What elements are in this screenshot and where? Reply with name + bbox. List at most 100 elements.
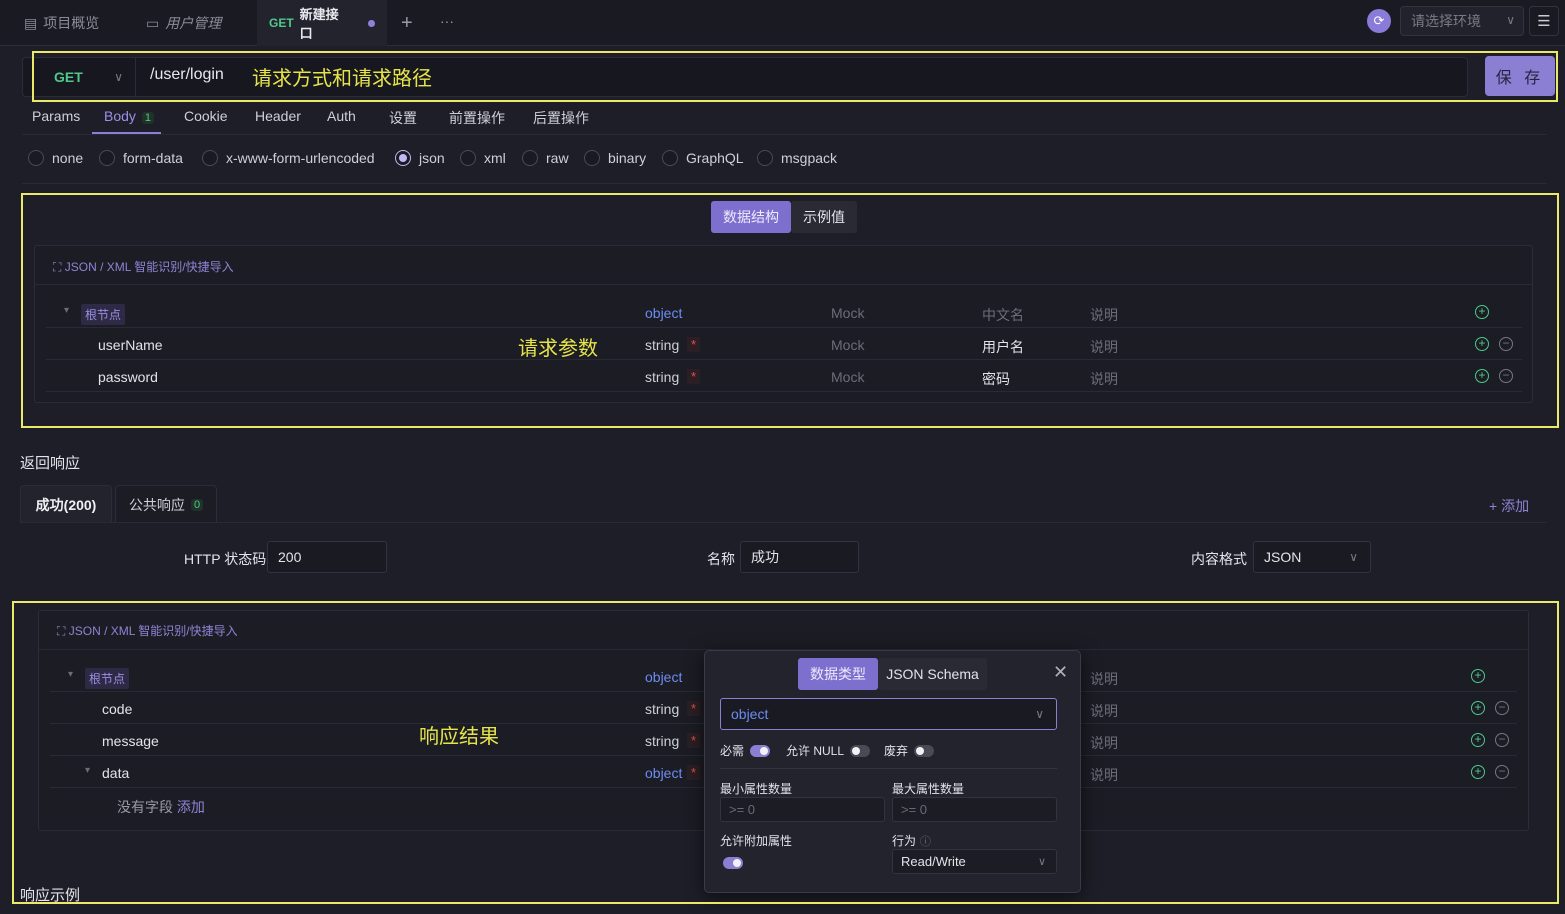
radio-raw[interactable]: raw (522, 150, 569, 166)
response-import-link[interactable]: ⛶ JSON / XML 智能识别/快捷导入 (57, 622, 238, 639)
tab-new-endpoint[interactable]: GET 新建接口 (257, 0, 387, 46)
tab-user-management[interactable]: ▭ 用户管理 (146, 0, 221, 46)
field-name-password[interactable]: password (98, 369, 158, 385)
field-type-username[interactable]: string (645, 337, 679, 353)
request-import-link[interactable]: ⛶ JSON / XML 智能识别/快捷导入 (53, 258, 234, 275)
deprecated-toggle[interactable] (914, 744, 935, 757)
remove-field-icon[interactable]: − (1495, 733, 1509, 747)
add-field-icon[interactable]: + (1471, 701, 1485, 715)
close-icon[interactable]: ✕ (1053, 662, 1068, 683)
field-cn-password[interactable]: 密码 (982, 369, 1010, 389)
expand-arrow-icon[interactable]: ▾ (64, 305, 69, 316)
behavior-select[interactable]: Read/Write ∨ (892, 849, 1057, 874)
required-toggle[interactable] (750, 744, 771, 757)
required-marker[interactable]: * (687, 733, 701, 748)
response-root-type[interactable]: object (645, 669, 682, 685)
sync-icon[interactable]: ⟳ (1367, 9, 1391, 33)
field-name-username[interactable]: userName (98, 337, 163, 353)
add-field-icon[interactable]: + (1471, 733, 1485, 747)
tab-response-common-label: 公共响应 (128, 496, 185, 513)
field-desc-data[interactable]: 说明 (1090, 765, 1118, 785)
radio-form-data[interactable]: form-data (99, 150, 183, 166)
tab-cookie[interactable]: Cookie (184, 108, 228, 124)
response-root-desc[interactable]: 说明 (1090, 669, 1118, 689)
max-props-input[interactable]: >= 0 (892, 797, 1057, 822)
tab-data-type[interactable]: 数据类型 (798, 658, 878, 690)
add-field-icon[interactable]: + (1475, 337, 1489, 351)
tab-header[interactable]: Header (255, 108, 301, 124)
field-name-code[interactable]: code (102, 701, 132, 717)
field-desc-code[interactable]: 说明 (1090, 701, 1118, 721)
empty-fields-label: 没有字段 (117, 799, 173, 815)
required-toggle-group[interactable]: 必需 (720, 742, 771, 759)
required-marker[interactable]: * (687, 765, 701, 780)
radio-urlencoded[interactable]: x-www-form-urlencoded (202, 150, 375, 166)
radio-binary[interactable]: binary (584, 150, 646, 166)
tab-example-value[interactable]: 示例值 (791, 201, 857, 233)
field-cn-username[interactable]: 用户名 (982, 337, 1024, 357)
tab-data-structure[interactable]: 数据结构 (711, 201, 791, 233)
add-tab-button[interactable]: + (401, 12, 413, 35)
radio-xml[interactable]: xml (460, 150, 506, 166)
remove-field-icon[interactable]: − (1495, 765, 1509, 779)
menu-icon[interactable]: ☰ (1529, 6, 1559, 36)
add-child-icon[interactable]: + (1471, 669, 1485, 683)
tab-project-overview[interactable]: ▤ 项目概览 (24, 0, 99, 46)
chevron-down-icon: ∨ (1506, 13, 1515, 27)
field-mock-password[interactable]: Mock (831, 369, 864, 385)
tab-params[interactable]: Params (32, 108, 80, 124)
tab-settings[interactable]: 设置 (389, 108, 417, 128)
type-select-value: object (731, 706, 769, 722)
field-type-message[interactable]: string (645, 733, 679, 749)
field-name-message[interactable]: message (102, 733, 159, 749)
required-marker[interactable]: * (687, 701, 701, 716)
remove-field-icon[interactable]: − (1499, 369, 1513, 383)
tab-pre-actions[interactable]: 前置操作 (449, 108, 505, 128)
response-section-title: 返回响应 (20, 455, 81, 472)
tab-response-common[interactable]: 公共响应 0 (115, 485, 217, 523)
add-child-icon[interactable]: + (1475, 305, 1489, 319)
required-marker[interactable]: * (687, 337, 701, 352)
tab-auth[interactable]: Auth (327, 108, 356, 124)
help-icon[interactable]: ⓘ (920, 833, 931, 849)
radio-none[interactable]: none (28, 150, 83, 166)
radio-graphql[interactable]: GraphQL (662, 150, 744, 166)
divider (720, 768, 1057, 769)
allow-null-toggle[interactable] (850, 744, 871, 757)
additional-props-toggle[interactable] (723, 857, 743, 869)
field-type-code[interactable]: string (645, 701, 679, 717)
radio-msgpack[interactable]: msgpack (757, 150, 837, 166)
min-props-input[interactable]: >= 0 (720, 797, 885, 822)
field-desc-username[interactable]: 说明 (1090, 337, 1118, 357)
required-marker[interactable]: * (687, 369, 701, 384)
tab-json-schema[interactable]: JSON Schema (878, 658, 987, 690)
add-field-link[interactable]: 添加 (177, 799, 205, 815)
expand-arrow-icon[interactable]: ▾ (68, 669, 73, 680)
field-type-password[interactable]: string (645, 369, 679, 385)
allow-null-toggle-group[interactable]: 允许 NULL (786, 742, 871, 759)
type-select[interactable]: object ∨ (720, 698, 1057, 730)
more-tabs-button[interactable]: ··· (440, 13, 454, 29)
tab-response-success[interactable]: 成功(200) (20, 485, 112, 523)
response-name-input[interactable]: 成功 (740, 541, 859, 573)
field-desc-message[interactable]: 说明 (1090, 733, 1118, 753)
status-code-input[interactable]: 200 (267, 541, 387, 573)
field-desc-password[interactable]: 说明 (1090, 369, 1118, 389)
add-field-icon[interactable]: + (1471, 765, 1485, 779)
request-root-type[interactable]: object (645, 305, 682, 321)
field-name-data[interactable]: data (102, 765, 129, 781)
expand-arrow-icon[interactable]: ▾ (85, 765, 90, 776)
tab-post-actions[interactable]: 后置操作 (533, 108, 589, 128)
deprecated-toggle-group[interactable]: 废弃 (884, 742, 935, 759)
field-type-data[interactable]: object (645, 765, 682, 781)
field-mock-username[interactable]: Mock (831, 337, 864, 353)
remove-field-icon[interactable]: − (1499, 337, 1513, 351)
remove-field-icon[interactable]: − (1495, 701, 1509, 715)
add-response-button[interactable]: + 添加 (1489, 496, 1529, 516)
radio-json[interactable]: json (395, 150, 445, 166)
content-format-select[interactable]: JSON ∨ (1253, 541, 1371, 573)
annotation-request-params: 请求参数 (518, 336, 598, 360)
add-field-icon[interactable]: + (1475, 369, 1489, 383)
tab-body[interactable]: Body 1 (104, 108, 155, 124)
environment-select[interactable]: 请选择环境 ∨ (1400, 6, 1524, 36)
